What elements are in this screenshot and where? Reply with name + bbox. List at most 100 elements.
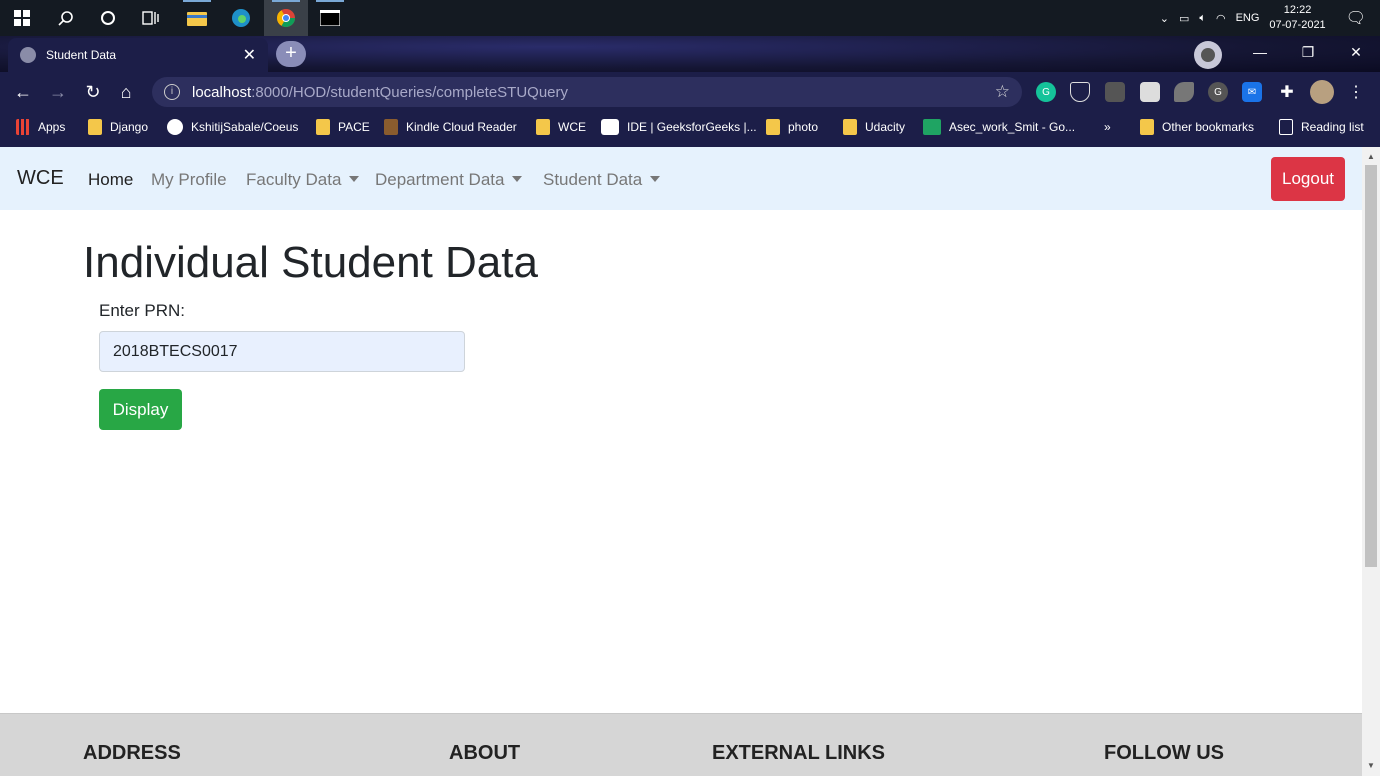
footer-heading-about: ABOUT bbox=[449, 742, 521, 764]
close-tab-icon[interactable]: ✕ bbox=[243, 45, 256, 65]
puzzle-extensions-icon[interactable]: ✚ bbox=[1277, 82, 1297, 102]
page-title: Individual Student Data bbox=[83, 238, 538, 287]
window-controls: — ❐ ✕ bbox=[1236, 36, 1380, 68]
info-icon[interactable]: i bbox=[164, 84, 180, 100]
scroll-up-icon[interactable]: ▲ bbox=[1362, 149, 1380, 165]
g-extension-icon[interactable]: G bbox=[1208, 82, 1228, 102]
page-viewport: WCE Home My Profile Faculty Data Departm… bbox=[0, 147, 1380, 776]
page-scrollbar[interactable]: ▲ ▼ bbox=[1362, 147, 1380, 776]
bookmark-asec-work[interactable]: Asec_work_Smit - Go... bbox=[923, 112, 1075, 142]
minimize-icon[interactable]: — bbox=[1236, 36, 1284, 68]
bookmark-photo[interactable]: photo bbox=[766, 112, 818, 142]
system-tray: ⌄ ▭ 🔈︎ ◠ ENG 12:22 07-07-2021 🗨︎ bbox=[1160, 0, 1380, 36]
bookmark-geeksforgeeks[interactable]: IDE | GeeksforGeeks |... bbox=[601, 112, 757, 142]
globe-icon bbox=[20, 47, 36, 63]
file-explorer-icon[interactable] bbox=[175, 0, 219, 36]
browser-tab[interactable]: Student Data ✕ bbox=[8, 38, 268, 72]
caret-down-icon bbox=[349, 175, 360, 182]
footer-heading-address: ADDRESS bbox=[83, 742, 181, 764]
battery-icon[interactable]: ▭ bbox=[1179, 12, 1189, 25]
scrollbar-thumb[interactable] bbox=[1365, 165, 1377, 567]
caret-down-icon bbox=[650, 175, 661, 182]
clock[interactable]: 12:22 07-07-2021 bbox=[1269, 3, 1325, 33]
bookmark-star-icon[interactable]: ☆ bbox=[995, 82, 1010, 102]
notification-icon[interactable]: 🗨︎ bbox=[1346, 8, 1366, 28]
clock-time: 12:22 bbox=[1283, 4, 1312, 16]
footer-heading-external-links: EXTERNAL LINKS bbox=[712, 742, 885, 764]
grammarly-icon[interactable]: G bbox=[1036, 82, 1056, 102]
kindle-icon bbox=[384, 119, 398, 135]
site-footer: ADDRESS ABOUT EXTERNAL LINKS FOLLOW US bbox=[0, 713, 1362, 776]
bookmark-reading-list[interactable]: Reading list bbox=[1279, 112, 1364, 142]
tab-search-icon[interactable] bbox=[1194, 41, 1222, 69]
task-view-icon[interactable] bbox=[129, 0, 173, 36]
reading-list-icon bbox=[1279, 119, 1293, 135]
folder-icon bbox=[88, 119, 102, 135]
caret-down-icon bbox=[512, 175, 523, 182]
profile-avatar[interactable] bbox=[1310, 80, 1334, 104]
nav-home[interactable]: Home bbox=[88, 170, 133, 190]
clock-date: 07-07-2021 bbox=[1269, 19, 1326, 31]
bookmark-udacity[interactable]: Udacity bbox=[843, 112, 905, 142]
reload-icon[interactable]: ↻ bbox=[76, 72, 110, 112]
bookmark-wce[interactable]: WCE bbox=[536, 112, 586, 142]
windows-taskbar: ⌄ ▭ 🔈︎ ◠ ENG 12:22 07-07-2021 🗨︎ bbox=[0, 0, 1380, 36]
volume-icon[interactable]: 🔈︎ bbox=[1199, 12, 1206, 25]
prn-input[interactable]: 2018BTECS0017 bbox=[99, 331, 465, 372]
menu-kebab-icon[interactable]: ⋮ bbox=[1346, 82, 1366, 102]
language-indicator[interactable]: ENG bbox=[1236, 12, 1260, 24]
folder-icon bbox=[766, 119, 780, 135]
home-icon[interactable]: ⌂ bbox=[109, 72, 143, 112]
edge-browser-icon[interactable] bbox=[219, 0, 263, 36]
tab-title: Student Data bbox=[46, 48, 117, 62]
reader-extension-icon[interactable] bbox=[1140, 82, 1160, 102]
scroll-down-icon[interactable]: ▼ bbox=[1362, 758, 1380, 774]
close-window-icon[interactable]: ✕ bbox=[1332, 36, 1380, 68]
geeksforgeeks-icon bbox=[601, 119, 619, 135]
brand-logo[interactable]: WCE bbox=[17, 167, 64, 190]
address-bar[interactable]: i localhost:8000/HOD/studentQueries/comp… bbox=[152, 77, 1022, 107]
bookmarks-bar: Apps Django KshitijSabale/Coeus PACE Kin… bbox=[0, 112, 1380, 147]
terminal-icon[interactable] bbox=[308, 0, 352, 36]
forward-icon[interactable]: → bbox=[41, 72, 75, 112]
apps-grid-icon bbox=[16, 119, 30, 135]
mail-extension-icon[interactable]: ✉ bbox=[1242, 82, 1262, 102]
bookmark-kindle[interactable]: Kindle Cloud Reader bbox=[384, 112, 517, 142]
prn-label: Enter PRN: bbox=[99, 301, 185, 320]
folder-icon bbox=[316, 119, 330, 135]
search-icon[interactable] bbox=[44, 0, 88, 36]
new-tab-button[interactable]: + bbox=[276, 41, 306, 67]
windows-start-icon[interactable] bbox=[0, 0, 44, 36]
bookmark-django[interactable]: Django bbox=[88, 112, 148, 142]
sheets-icon bbox=[923, 119, 941, 135]
leaf-extension-icon[interactable] bbox=[1174, 82, 1194, 102]
bookmark-other[interactable]: Other bookmarks bbox=[1140, 112, 1254, 142]
folder-icon bbox=[843, 119, 857, 135]
github-icon bbox=[167, 119, 183, 135]
chevron-up-icon[interactable]: ⌄ bbox=[1160, 12, 1169, 25]
display-button[interactable]: Display bbox=[99, 389, 182, 430]
back-icon[interactable]: ← bbox=[6, 72, 40, 112]
bookmark-apps[interactable]: Apps bbox=[16, 112, 65, 142]
url-host: localhost bbox=[192, 83, 252, 101]
nav-department-data[interactable]: Department Data bbox=[375, 170, 523, 190]
extension-icon[interactable] bbox=[1105, 82, 1125, 102]
restore-icon[interactable]: ❐ bbox=[1284, 36, 1332, 68]
logout-button[interactable]: Logout bbox=[1271, 157, 1345, 201]
folder-icon bbox=[536, 119, 550, 135]
tab-strip: Student Data ✕ + bbox=[0, 36, 1380, 72]
bookmark-pace[interactable]: PACE bbox=[316, 112, 370, 142]
bookmark-coeus[interactable]: KshitijSabale/Coeus bbox=[167, 112, 298, 142]
url-path: :8000/HOD/studentQueries/completeSTUQuer… bbox=[251, 83, 569, 101]
cortana-icon[interactable] bbox=[86, 0, 130, 36]
footer-heading-follow-us: FOLLOW US bbox=[1104, 742, 1224, 764]
site-navbar: WCE Home My Profile Faculty Data Departm… bbox=[0, 147, 1362, 210]
shield-extension-icon[interactable] bbox=[1070, 82, 1090, 102]
bookmarks-overflow[interactable]: » bbox=[1104, 112, 1111, 142]
chrome-browser-icon[interactable] bbox=[264, 0, 308, 36]
folder-icon bbox=[1140, 119, 1154, 135]
wifi-icon[interactable]: ◠ bbox=[1216, 12, 1226, 25]
nav-student-data[interactable]: Student Data bbox=[543, 170, 661, 190]
nav-my-profile[interactable]: My Profile bbox=[151, 170, 227, 190]
nav-faculty-data[interactable]: Faculty Data bbox=[246, 170, 360, 190]
